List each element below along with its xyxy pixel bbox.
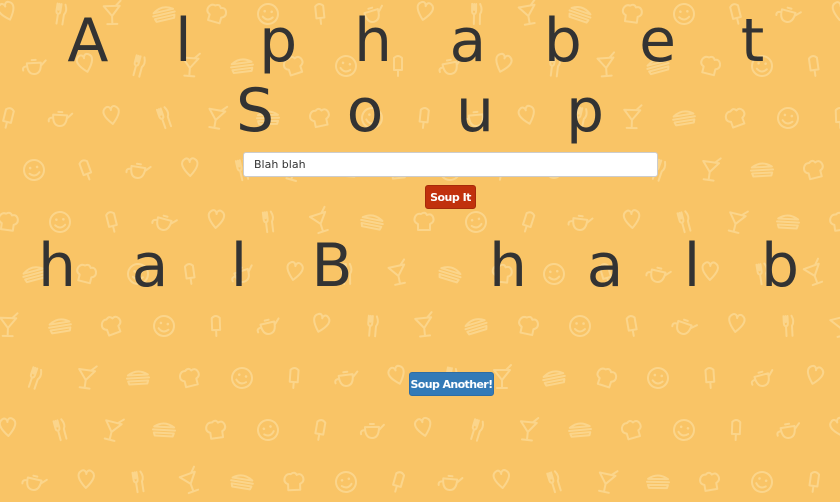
result-letter: h: [488, 231, 528, 301]
title-letter: p: [259, 6, 298, 76]
title-letter: S: [235, 76, 275, 146]
result-letter: a: [586, 231, 624, 301]
app-container: A l p h a b e t S o u p Soup It h a l B …: [0, 0, 840, 502]
title-letter: b: [543, 6, 582, 76]
title-line-soup: S o u p: [0, 76, 840, 146]
soup-text-input[interactable]: [243, 152, 658, 177]
result-letter: l: [683, 231, 701, 301]
title-letter: A: [67, 6, 109, 76]
result-letter: l: [230, 231, 248, 301]
title-line-alphabet: A l p h a b e t: [0, 6, 840, 76]
result-letter: h: [37, 231, 77, 301]
title-letter: p: [565, 76, 605, 146]
title-letter: h: [354, 6, 393, 76]
soup-result: h a l B h a l b: [0, 228, 840, 308]
text-input-wrapper: [243, 152, 658, 177]
result-letter: b: [760, 231, 800, 301]
title-letter: u: [455, 76, 495, 146]
soup-it-button[interactable]: Soup It: [425, 185, 476, 209]
title-letter: e: [639, 6, 677, 76]
result-letter: B: [311, 231, 353, 301]
title-letter: a: [449, 6, 487, 76]
title-letter: o: [346, 76, 384, 146]
title-letter: t: [740, 6, 765, 76]
result-letter: a: [131, 231, 169, 301]
title-letter: l: [174, 6, 192, 76]
soup-another-button[interactable]: Soup Another!: [409, 372, 494, 396]
